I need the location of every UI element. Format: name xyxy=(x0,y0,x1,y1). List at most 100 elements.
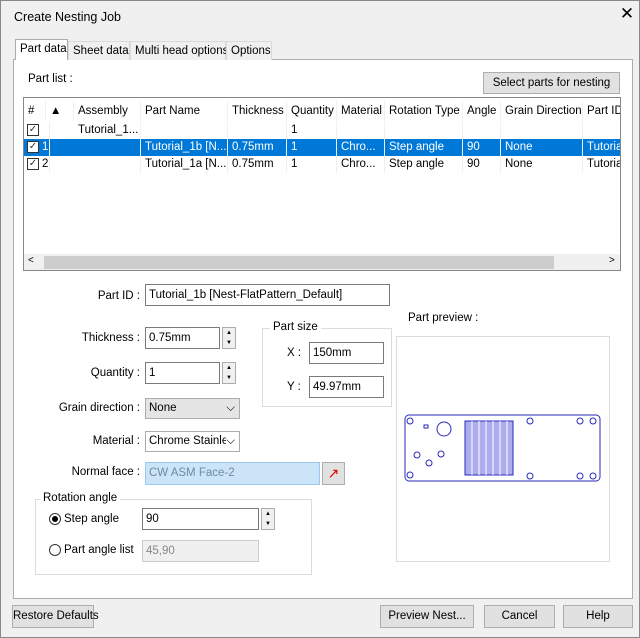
part-preview xyxy=(396,336,610,562)
chevron-down-icon: ⌵ xyxy=(226,402,235,414)
material-select[interactable]: Chrome Stainles ⌵ xyxy=(145,431,240,452)
column-header[interactable]: Assembly xyxy=(74,101,141,121)
step-angle-radio[interactable] xyxy=(49,513,61,525)
cell-grain: None xyxy=(501,139,583,156)
part-angle-list-input[interactable]: 45,90 xyxy=(142,540,259,562)
cell-num: 2 xyxy=(40,156,50,173)
normal-face-input[interactable]: CW ASM Face-2 xyxy=(145,462,320,485)
step-angle-input[interactable]: 90 xyxy=(142,508,259,530)
step-angle-label: Step angle xyxy=(64,513,119,525)
normal-face-label: Normal face : xyxy=(71,466,140,478)
quantity-spinner[interactable]: ▲ ▼ xyxy=(222,362,236,384)
part-preview-drawing xyxy=(404,414,601,482)
horizontal-scrollbar[interactable]: < > xyxy=(24,254,620,270)
column-header[interactable]: Rotation Type xyxy=(385,101,463,121)
part-id-input[interactable]: Tutorial_1b [Nest-FlatPattern_Default] xyxy=(145,284,390,306)
cell-rotation-type: Step angle xyxy=(385,139,463,156)
chevron-down-icon: ⌵ xyxy=(226,434,235,449)
part-preview-label: Part preview : xyxy=(408,312,479,324)
cell-assembly: Tutorial_1... xyxy=(74,122,141,139)
tab-part-data[interactable]: Part data xyxy=(15,39,68,60)
cell-part-id xyxy=(583,122,620,139)
cell-grain xyxy=(501,122,583,139)
cell-part-name: Tutorial_1a [N... xyxy=(141,156,228,173)
tab-options[interactable]: Options xyxy=(226,41,272,60)
y-label: Y : xyxy=(287,381,301,393)
row-checkbox[interactable]: ✓ xyxy=(27,124,39,136)
cell-thickness xyxy=(228,122,287,139)
cell-num xyxy=(40,122,50,139)
cell-angle: 90 xyxy=(463,156,501,173)
select-parts-button[interactable]: Select parts for nesting xyxy=(483,72,620,94)
table-row[interactable]: ✓ 1 Tutorial_1b [N... 0.75mm 1 Chro... Step an… xyxy=(24,139,620,156)
scroll-left-icon[interactable]: < xyxy=(28,255,34,266)
cell-thickness: 0.75mm xyxy=(228,139,287,156)
grain-direction-label: Grain direction : xyxy=(58,402,140,414)
thickness-input[interactable]: 0.75mm xyxy=(145,327,220,349)
cell-angle xyxy=(463,122,501,139)
cell-num: 1 xyxy=(40,139,50,156)
cell-quantity: 1 xyxy=(287,156,337,173)
flip-arrow-icon: ↗ xyxy=(327,465,340,481)
column-header[interactable]: ▲ xyxy=(46,101,74,121)
part-id-label: Part ID : xyxy=(97,290,140,302)
cell-part-id: Tutorial xyxy=(583,156,620,173)
rotation-angle-label: Rotation angle xyxy=(40,492,121,504)
part-size-label: Part size xyxy=(270,321,321,333)
part-size-y-input[interactable]: 49.97mm xyxy=(309,376,384,398)
flip-normal-button[interactable]: ↗ xyxy=(322,462,345,485)
cell-angle: 90 xyxy=(463,139,501,156)
cell-quantity: 1 xyxy=(287,139,337,156)
row-checkbox[interactable]: ✓ xyxy=(27,141,39,153)
part-list-label: Part list : xyxy=(28,73,73,85)
cancel-button[interactable]: Cancel xyxy=(484,605,555,628)
column-header[interactable]: Quantity xyxy=(287,101,337,121)
thickness-spinner[interactable]: ▲ ▼ xyxy=(222,327,236,349)
part-angle-list-label: Part angle list xyxy=(64,544,134,556)
scroll-right-icon[interactable]: > xyxy=(609,255,615,266)
column-header[interactable]: Material xyxy=(337,101,385,121)
cell-assembly xyxy=(74,139,141,156)
table-row[interactable]: ✓ 2 Tutorial_1a [N... 0.75mm 1 Chro... Step an… xyxy=(24,156,620,173)
column-header[interactable]: Part ID xyxy=(583,101,620,121)
cell-rotation-type: Step angle xyxy=(385,156,463,173)
cell-part-name: Tutorial_1b [N... xyxy=(141,139,228,156)
grain-direction-value: None xyxy=(149,402,177,414)
cell-part-name xyxy=(141,122,228,139)
dialog-title: Create Nesting Job xyxy=(14,10,122,24)
cell-rotation-type xyxy=(385,122,463,139)
quantity-input[interactable]: 1 xyxy=(145,362,220,384)
material-value: Chrome Stainles xyxy=(149,435,235,447)
cell-thickness: 0.75mm xyxy=(228,156,287,173)
thickness-label: Thickness : xyxy=(81,332,140,344)
material-label: Material : xyxy=(92,435,140,447)
step-angle-spinner[interactable]: ▲ ▼ xyxy=(261,508,275,530)
quantity-label: Quantity : xyxy=(90,367,140,379)
x-label: X : xyxy=(287,347,302,359)
tab-sheet-data[interactable]: Sheet data xyxy=(68,41,130,60)
cell-material: Chro... xyxy=(337,156,385,173)
cell-assembly xyxy=(74,156,141,173)
scroll-thumb[interactable] xyxy=(44,256,554,269)
tab-multi-head-options[interactable]: Multi head options xyxy=(130,41,228,60)
part-list-table: < > # ▲ Assembly Part Name Thickness Quantity… xyxy=(23,97,621,271)
part-size-x-input[interactable]: 150mm xyxy=(309,342,384,364)
cell-material xyxy=(337,122,385,139)
part-angle-list-radio[interactable] xyxy=(49,544,61,556)
column-header[interactable]: Thickness xyxy=(228,101,287,121)
grain-direction-select[interactable]: None ⌵ xyxy=(145,398,240,419)
column-header[interactable]: Grain Direction xyxy=(501,101,583,121)
cell-grain: None xyxy=(501,156,583,173)
close-icon[interactable]: ✕ xyxy=(618,4,636,24)
cell-material: Chro... xyxy=(337,139,385,156)
column-header[interactable]: Part Name xyxy=(141,101,228,121)
column-header[interactable]: Angle xyxy=(463,101,501,121)
row-checkbox[interactable]: ✓ xyxy=(27,158,39,170)
restore-defaults-button[interactable]: Restore Defaults xyxy=(12,605,99,628)
column-header[interactable]: # xyxy=(24,101,46,121)
cell-part-id: Tutorial xyxy=(583,139,620,156)
table-row[interactable]: ✓ Tutorial_1... 1 xyxy=(24,122,620,139)
help-button[interactable]: Help xyxy=(563,605,633,628)
preview-nest-button[interactable]: Preview Nest... xyxy=(380,605,474,628)
cell-quantity: 1 xyxy=(287,122,337,139)
